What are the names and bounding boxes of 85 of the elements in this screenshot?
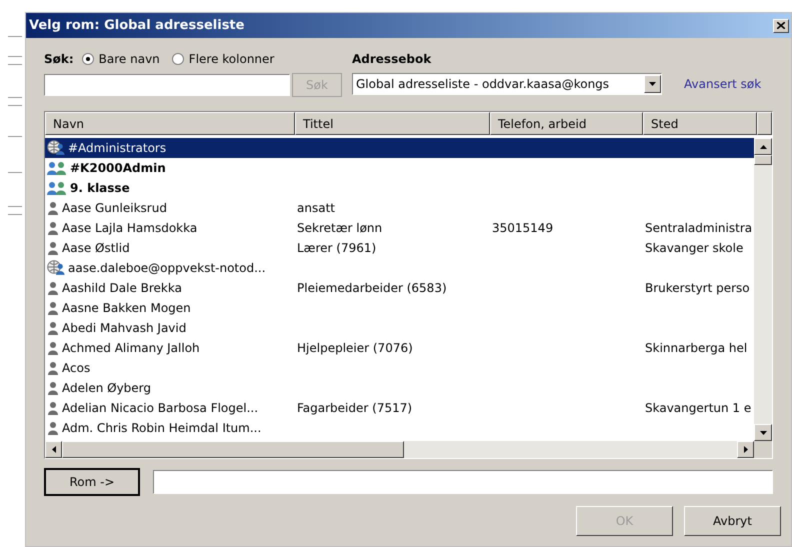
table-cell-text: Fagarbeider (7517) (297, 400, 412, 417)
scrollbar-thumb[interactable] (754, 155, 772, 165)
address-book-label: Adressebok (352, 51, 432, 68)
list-row[interactable]: Abedi Mahvash Javid (45, 318, 754, 338)
address-book-dropdown[interactable]: Global adresseliste - oddvar.kaasa@kongs (352, 73, 662, 95)
dialog-button[interactable]: Avbryt (684, 506, 781, 536)
person-icon (47, 321, 59, 335)
scrollbar-corner (754, 441, 772, 458)
table-cell-text: Achmed Alimany Jalloh (62, 340, 200, 357)
person-icon (47, 361, 59, 375)
radio-button[interactable] (82, 53, 94, 65)
left-arrow-icon (52, 446, 56, 453)
table-cell-text: Aase Lajla Hamsdokka (62, 220, 198, 237)
room-button[interactable]: Rom -> (44, 468, 140, 496)
horizontal-scrollbar[interactable] (45, 441, 754, 458)
list-row[interactable]: #Administrators (45, 138, 754, 158)
table-cell-text: Adelian Nicacio Barbosa Flogel... (62, 400, 258, 417)
table-cell-text: Brukerstyrt perso (645, 280, 750, 297)
list-row[interactable]: Aase Lajla Hamsdokka Sekretær lønn 35015149 Sentraladministra (45, 218, 754, 238)
list-row[interactable]: Aasne Bakken Mogen (45, 298, 754, 318)
table-cell-text: #Administrators (68, 140, 166, 157)
table-cell-text: Adm. Chris Robin Heimdal Itum... (62, 420, 262, 437)
table-cell-text: #K2000Admin (70, 160, 166, 177)
vertical-scrollbar[interactable] (754, 138, 772, 458)
list-row[interactable]: Adelen Øyberg (45, 378, 754, 398)
table-cell-text: 35015149 (492, 220, 554, 237)
table-cell-text: Hjelpepleier (7076) (297, 340, 413, 357)
list-row[interactable]: Aase Gunleiksrud ansatt (45, 198, 754, 218)
window-title: Velg rom: Global adresseliste (29, 16, 244, 35)
person-icon (47, 341, 59, 355)
table-cell-text: Skavangertun 1 e (645, 400, 752, 417)
table-cell-text: Sekretær lønn (297, 220, 382, 237)
column-header[interactable]: Tittel (295, 112, 490, 135)
table-cell-text: Abedi Mahvash Javid (62, 320, 186, 337)
person-icon (47, 221, 59, 235)
list-row[interactable]: Acos (45, 358, 754, 378)
column-header[interactable]: Navn (45, 112, 295, 135)
table-cell-text: Aashild Dale Brekka (62, 280, 182, 297)
table-cell-text: Skavanger skole (645, 240, 744, 257)
list-row[interactable]: Achmed Alimany Jalloh Hjelpepleier (7076) Skinnarberga hel (45, 338, 754, 358)
close-button[interactable] (773, 18, 789, 32)
person-icon (47, 241, 59, 255)
radio-button[interactable] (172, 53, 184, 65)
people-icon (47, 181, 67, 195)
table-cell-text: ansatt (297, 200, 335, 217)
close-icon (777, 22, 785, 29)
table-cell-text: Skinnarberga hel (645, 340, 748, 357)
table-cell-text: 9. klasse (70, 180, 130, 197)
list-row[interactable]: Aase Østlid Lærer (7961) Skavanger skole (45, 238, 754, 258)
list-row[interactable]: Adm. Chris Robin Heimdal Itum... (45, 418, 754, 438)
table-cell-text: Aasne Bakken Mogen (62, 300, 191, 317)
table-cell-text: aase.daleboe@oppvekst-notod... (68, 260, 266, 277)
column-header[interactable]: Telefon, arbeid (490, 112, 643, 135)
right-arrow-icon (744, 446, 748, 453)
advanced-search-link[interactable]: Avansert søk (684, 75, 762, 93)
column-header[interactable]: Sted (643, 112, 757, 135)
search-label: Søk: (44, 51, 74, 68)
globe-person-icon (47, 140, 65, 156)
table-cell-text: Acos (62, 360, 90, 377)
list-row[interactable]: Aashild Dale Brekka Pleiemedarbeider (6583) Brukerstyrt perso (45, 278, 754, 298)
table-cell-text: Aase Østlid (62, 240, 130, 257)
list-row[interactable]: #K2000Admin (45, 158, 754, 178)
list-row[interactable]: aase.daleboe@oppvekst-notod... (45, 258, 754, 278)
down-arrow-icon (760, 430, 766, 434)
table-cell-text: Adelen Øyberg (62, 380, 152, 397)
globe-person-icon (47, 260, 65, 276)
up-arrow-icon (760, 144, 766, 148)
radio-option[interactable]: Flere kolonner (172, 50, 274, 68)
dropdown-arrow-icon (649, 82, 656, 86)
list-row[interactable]: 9. klasse (45, 178, 754, 198)
person-icon (47, 421, 59, 435)
person-icon (47, 401, 59, 415)
table-cell-text: Sentraladministra (645, 220, 752, 237)
people-icon (47, 161, 67, 175)
table-cell-text: Aase Gunleiksrud (62, 200, 167, 217)
room-field[interactable] (153, 470, 773, 494)
table-cell-text: Pleiemedarbeider (6583) (297, 280, 447, 297)
table-cell-text: Lærer (7961) (297, 240, 376, 257)
person-icon (47, 281, 59, 295)
person-icon (47, 201, 59, 215)
list-row[interactable]: Adelian Nicacio Barbosa Flogel... Fagarbeider (7517) Skavangertun 1 e (45, 398, 754, 418)
person-icon (47, 381, 59, 395)
search-field[interactable] (44, 74, 290, 96)
person-icon (47, 301, 59, 315)
radio-option[interactable]: Bare navn (82, 50, 160, 68)
